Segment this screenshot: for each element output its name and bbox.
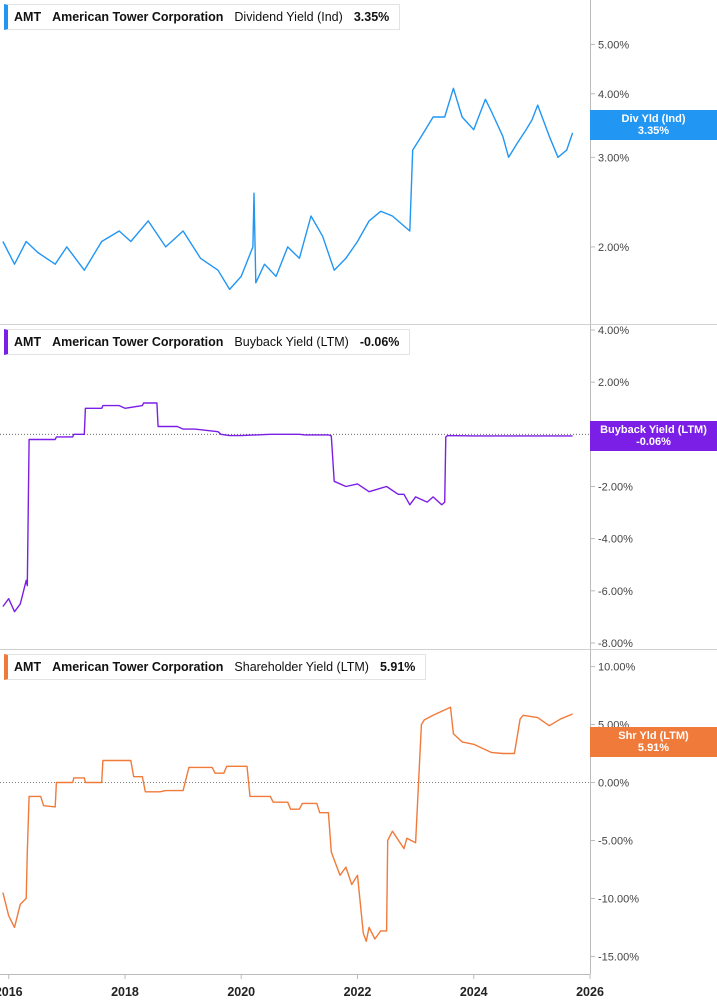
y-tick-label: 4.00% bbox=[598, 325, 629, 337]
series-line bbox=[2, 706, 573, 942]
y-tick-label: -4.00% bbox=[598, 534, 633, 546]
current-value: 3.35% bbox=[353, 10, 390, 24]
y-tick-label: -15.00% bbox=[598, 951, 639, 963]
metric-label: Buyback Yield (LTM) bbox=[234, 335, 349, 349]
series-line bbox=[2, 402, 573, 613]
y-tick-label: -2.00% bbox=[598, 482, 633, 494]
current-value: 5.91% bbox=[379, 660, 416, 674]
buyback-yield-tag: Buyback Yield (LTM) -0.06% bbox=[590, 421, 717, 451]
metric-label: Shareholder Yield (LTM) bbox=[234, 660, 369, 674]
x-tick-label: 2026 bbox=[576, 985, 604, 999]
y-tick-label: 5.00% bbox=[598, 39, 629, 51]
ticker-label: AMT bbox=[14, 335, 42, 349]
y-tick-label: -10.00% bbox=[598, 893, 639, 905]
dividend-yield-header: AMT American Tower Corporation Dividend … bbox=[4, 4, 401, 30]
current-value: -0.06% bbox=[359, 335, 400, 349]
y-tick-label: -5.00% bbox=[598, 835, 633, 847]
company-label: American Tower Corporation bbox=[52, 335, 224, 349]
x-tick-label: 2022 bbox=[344, 985, 372, 999]
shareholder-yield-header: AMT American Tower Corporation Sharehold… bbox=[4, 654, 427, 680]
shareholder-yield-tag: Shr Yld (LTM) 5.91% bbox=[590, 727, 717, 757]
x-tick-label: 2020 bbox=[227, 985, 255, 999]
dividend-yield-tag: Div Yld (Ind) 3.35% bbox=[590, 110, 717, 140]
tag-label: Buyback Yield (LTM) bbox=[600, 424, 707, 436]
tag-value: -0.06% bbox=[636, 436, 671, 448]
tag-label: Div Yld (Ind) bbox=[621, 113, 686, 125]
y-tick-label: -6.00% bbox=[598, 586, 633, 598]
x-tick-label: 2024 bbox=[460, 985, 488, 999]
company-label: American Tower Corporation bbox=[52, 660, 224, 674]
metric-label: Dividend Yield (Ind) bbox=[234, 10, 343, 24]
buyback-yield-header: AMT American Tower Corporation Buyback Y… bbox=[4, 329, 411, 355]
tag-label: Shr Yld (LTM) bbox=[618, 730, 689, 742]
y-tick-label: 10.00% bbox=[598, 662, 636, 674]
ticker-label: AMT bbox=[14, 10, 42, 24]
tag-value: 3.35% bbox=[637, 125, 670, 137]
y-tick-label: 4.00% bbox=[598, 89, 629, 101]
chart-canvas: 2.00% 3.00% 4.00% 5.00% -8.00% -6.00% -4.00% -2… bbox=[0, 0, 717, 999]
x-tick-label: 2016 bbox=[0, 985, 23, 999]
y-tick-label: 2.00% bbox=[598, 377, 629, 389]
company-label: American Tower Corporation bbox=[52, 10, 224, 24]
y-tick-label: 3.00% bbox=[598, 152, 629, 164]
tag-value: 5.91% bbox=[637, 742, 670, 754]
y-tick-label: 2.00% bbox=[598, 242, 629, 254]
series-line bbox=[2, 87, 574, 291]
ticker-label: AMT bbox=[14, 660, 42, 674]
x-tick-label: 2018 bbox=[111, 985, 139, 999]
y-tick-label: 0.00% bbox=[598, 778, 629, 790]
y-tick-label: -8.00% bbox=[598, 638, 633, 650]
